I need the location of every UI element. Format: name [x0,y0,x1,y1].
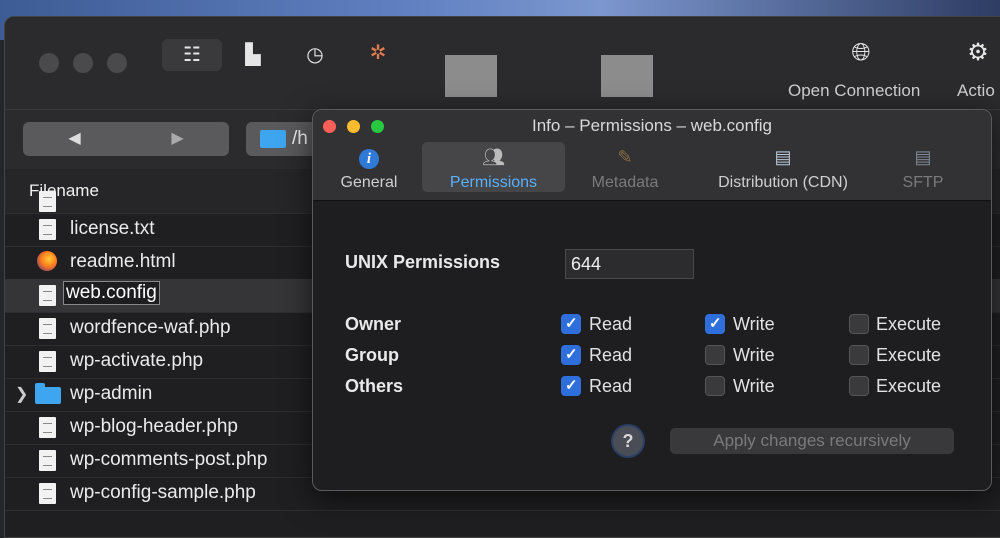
file-name: wp-config-sample.php [70,482,256,503]
tab-label: General [340,174,398,191]
tab-sftp[interactable]: ▤ SFTP [885,142,961,192]
info-titlebar: Info – Permissions – web.config i Genera… [313,110,991,201]
document-icon [39,351,56,372]
owner-read-checkbox[interactable] [561,314,581,334]
outline-view-button[interactable]: ☷ [162,39,222,71]
outline-list-icon: ☷ [183,44,201,66]
minimize-button-inactive[interactable] [73,53,93,73]
execute-label: Execute [876,376,942,396]
document-icon [39,483,56,504]
tab-metadata[interactable]: ✎ Metadata [571,142,679,192]
file-name: readme.html [70,251,176,272]
apply-recursively-button[interactable]: Apply changes recursively [670,428,954,454]
owner-label: Owner [345,314,402,334]
document-icon [39,219,56,240]
document-icon [39,450,56,471]
back-forward-control: ◀ ▶ [23,122,229,156]
tab-label: Metadata [591,174,659,191]
file-name: license.txt [70,218,155,239]
write-label: Write [733,376,775,396]
file-name: wordfence-waf.php [70,317,231,338]
history-clock-icon[interactable]: ◷ [303,43,327,67]
firefox-icon [37,251,57,271]
tab-distribution-cdn[interactable]: ▤ Distribution (CDN) [693,142,873,192]
group-write-checkbox[interactable] [705,345,725,365]
tab-label: Permissions [449,174,538,191]
info-icon: i [323,146,415,169]
bonjour-icon[interactable]: ✲ [365,41,391,65]
tab-permissions[interactable]: 👥︎ Permissions [422,142,565,192]
close-button-inactive[interactable] [39,53,59,73]
globe-plus-icon[interactable]: 🌐︎ [841,41,881,65]
others-label: Others [345,376,404,396]
unix-permissions-field[interactable]: 644 [565,249,694,279]
owner-execute-checkbox[interactable] [849,314,869,334]
read-label: Read [589,345,633,365]
server-icon: ▤ [774,147,792,167]
placeholder-icon-1 [445,55,497,97]
file-name-edit-field[interactable]: web.config [63,281,160,305]
help-button[interactable]: ? [613,426,643,456]
action-label[interactable]: Actio [957,81,995,101]
folder-icon [260,130,286,148]
read-label: Read [589,314,633,334]
write-label: Write [733,345,775,365]
forward-button[interactable]: ▶ [126,122,229,156]
others-execute-checkbox[interactable] [849,376,869,396]
group-execute-checkbox[interactable] [849,345,869,365]
toolbar: ☷ ▙ ◷ ✲ 🌐︎ Open Connection ⚙ Actio [5,17,1000,109]
read-label: Read [589,376,633,396]
file-name: wp-activate.php [70,350,204,371]
open-connection-label[interactable]: Open Connection [788,81,920,101]
info-panel: Info – Permissions – web.config i Genera… [312,109,992,491]
execute-label: Execute [876,345,942,365]
tab-general[interactable]: i General [323,142,415,192]
unix-permissions-label: UNIX Permissions [345,252,501,272]
write-label: Write [733,314,775,334]
gear-icon[interactable]: ⚙ [963,41,993,65]
zoom-button-inactive[interactable] [107,53,127,73]
file-name: wp-comments-post.php [70,449,268,470]
users-icon: 👥︎ [482,147,505,167]
file-name: wp-admin [70,383,153,404]
document-icon [39,285,56,306]
others-write-checkbox[interactable] [705,376,725,396]
info-window-title: Info – Permissions – web.config [531,116,772,135]
file-name: wp-blog-header.php [70,416,238,437]
pencil-icon: ✎ [617,147,633,167]
back-button[interactable]: ◀ [23,122,126,156]
document-icon [39,191,56,212]
document-icon [39,417,56,438]
owner-write-checkbox[interactable] [705,314,725,334]
tab-label: SFTP [902,174,944,191]
path-text: /h [292,128,308,149]
group-read-checkbox[interactable] [561,345,581,365]
document-icon [39,318,56,339]
folder-icon [35,383,61,404]
others-read-checkbox[interactable] [561,376,581,396]
server-icon: ▤ [914,147,932,167]
execute-label: Execute [876,314,942,334]
tab-label: Distribution (CDN) [718,174,848,191]
disclosure-chevron-icon[interactable]: ❯ [15,384,28,404]
group-label: Group [345,345,399,365]
bookmarks-icon[interactable]: ▙ [241,43,265,67]
placeholder-icon-2 [601,55,653,97]
